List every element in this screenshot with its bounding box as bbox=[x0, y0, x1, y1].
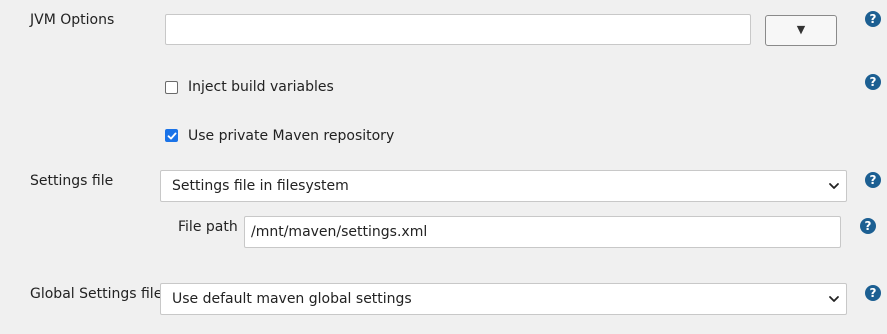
settings-file-label: Settings file bbox=[30, 173, 114, 189]
jvm-options-label: JVM Options bbox=[30, 12, 115, 28]
chevron-down-icon bbox=[829, 183, 839, 189]
global-settings-file-label: Global Settings file bbox=[30, 286, 163, 302]
chevron-down-icon bbox=[829, 296, 839, 302]
settings-file-select[interactable]: Settings file in filesystem bbox=[160, 170, 847, 202]
checkmark-icon bbox=[167, 132, 176, 139]
inject-build-variables-help-icon[interactable]: ? bbox=[865, 74, 881, 90]
settings-file-help-icon[interactable]: ? bbox=[865, 172, 881, 188]
private-maven-repo-checkbox[interactable] bbox=[165, 129, 178, 142]
jvm-options-help-icon[interactable]: ? bbox=[865, 11, 881, 27]
jvm-options-input[interactable] bbox=[165, 14, 751, 45]
jvm-options-expand-button[interactable]: ▼ bbox=[765, 15, 837, 46]
file-path-input[interactable]: /mnt/maven/settings.xml bbox=[244, 216, 841, 248]
global-settings-help-icon[interactable]: ? bbox=[865, 285, 881, 301]
global-settings-file-select[interactable]: Use default maven global settings bbox=[160, 283, 847, 315]
file-path-value: /mnt/maven/settings.xml bbox=[251, 224, 428, 240]
settings-file-selected: Settings file in filesystem bbox=[172, 178, 349, 194]
file-path-label: File path bbox=[178, 219, 238, 235]
global-settings-file-selected: Use default maven global settings bbox=[172, 291, 412, 307]
inject-build-variables-checkbox[interactable] bbox=[165, 81, 178, 94]
private-maven-repo-label[interactable]: Use private Maven repository bbox=[188, 128, 394, 144]
file-path-help-icon[interactable]: ? bbox=[860, 218, 876, 234]
inject-build-variables-label[interactable]: Inject build variables bbox=[188, 79, 334, 95]
